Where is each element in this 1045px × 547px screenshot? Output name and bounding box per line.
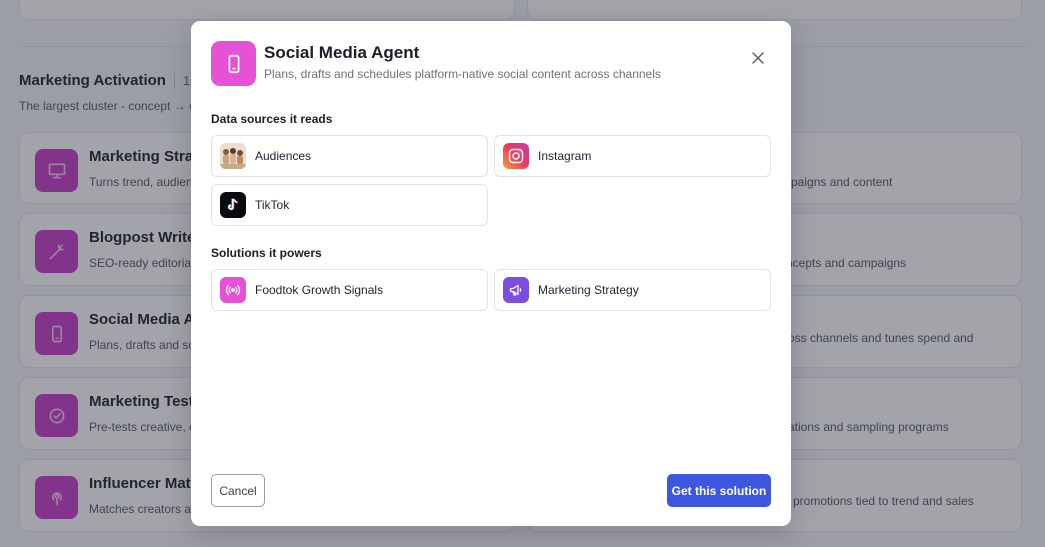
- data-source-instagram[interactable]: Instagram: [494, 135, 771, 177]
- data-source-label: Audiences: [255, 149, 312, 163]
- data-source-tiktok[interactable]: TikTok: [211, 184, 488, 226]
- solutions-heading: Solutions it powers: [211, 246, 322, 260]
- data-sources-heading: Data sources it reads: [211, 112, 333, 126]
- get-solution-button[interactable]: Get this solution: [667, 474, 771, 507]
- audiences-photo-icon: [220, 143, 246, 169]
- data-source-label: Instagram: [538, 149, 592, 163]
- data-source-label: TikTok: [255, 198, 290, 212]
- solution-label: Foodtok Growth Signals: [255, 283, 384, 297]
- tiktok-icon: [220, 192, 246, 218]
- instagram-icon: [503, 143, 529, 169]
- modal-title: Social Media Agent: [264, 43, 420, 62]
- close-icon: [752, 52, 764, 64]
- solution-foodtok-growth-signals[interactable]: Foodtok Growth Signals: [211, 269, 488, 311]
- close-button[interactable]: [747, 47, 769, 69]
- solution-detail-modal: Social Media Agent Plans, drafts and sch…: [191, 21, 791, 526]
- cancel-button[interactable]: Cancel: [211, 474, 265, 507]
- solution-label: Marketing Strategy: [538, 283, 639, 297]
- modal-subtitle: Plans, drafts and schedules platform-nat…: [264, 67, 661, 81]
- data-source-audiences[interactable]: Audiences: [211, 135, 488, 177]
- solution-marketing-strategy[interactable]: Marketing Strategy: [494, 269, 771, 311]
- signal-icon: [220, 277, 246, 303]
- megaphone-icon: [503, 277, 529, 303]
- mobile-phone-icon: [211, 41, 256, 86]
